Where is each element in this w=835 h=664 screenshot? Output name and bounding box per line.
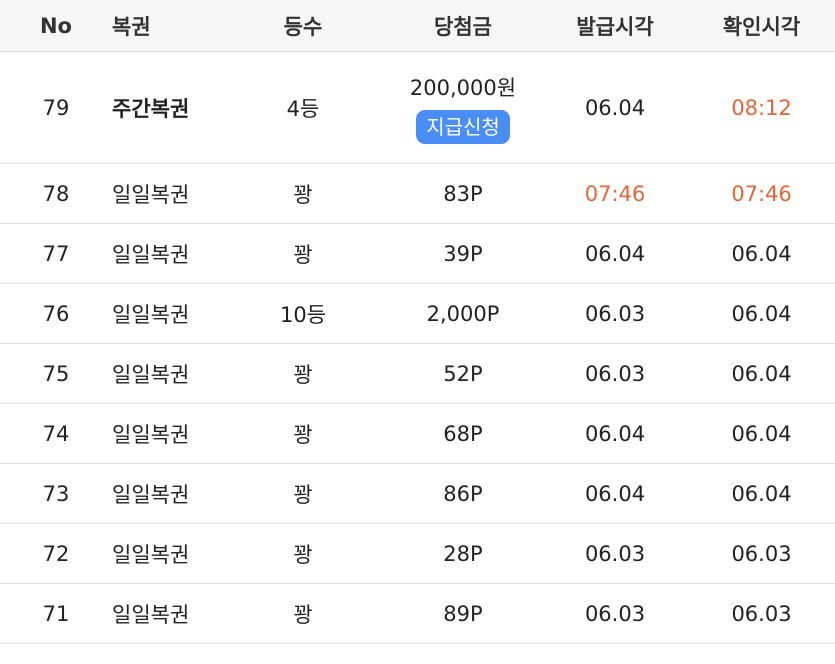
row-checked-time: 06.04 bbox=[731, 241, 792, 266]
header-checked-time: 확인시각 bbox=[722, 14, 801, 39]
row-type: 주간복권 bbox=[112, 96, 190, 121]
row-prize: 39P bbox=[443, 241, 483, 266]
header-prize: 당첨금 bbox=[434, 14, 492, 39]
row-rank: 꽝 bbox=[293, 542, 313, 567]
row-prize: 68P bbox=[443, 421, 483, 446]
row-no: 78 bbox=[42, 181, 70, 206]
table-row: 79 주간복권 4등 200,000원 지급신청 06.04 08:12 bbox=[0, 52, 835, 164]
row-prize: 52P bbox=[443, 361, 483, 386]
row-rank: 꽝 bbox=[293, 422, 313, 447]
row-issued-time: 06.04 bbox=[584, 421, 646, 446]
row-checked-time: 06.04 bbox=[731, 361, 792, 386]
row-no: 77 bbox=[42, 241, 70, 266]
table-row: 76 일일복권 10등 2,000P 06.03 06.04 bbox=[0, 284, 835, 344]
table-row: 78 일일복권 꽝 83P 07:46 07:46 bbox=[0, 164, 835, 224]
row-no: 71 bbox=[42, 601, 70, 626]
row-issued-time: 06.03 bbox=[584, 361, 646, 386]
table-row: 77 일일복권 꽝 39P 06.04 06.04 bbox=[0, 224, 835, 284]
table-row: 71 일일복권 꽝 89P 06.03 06.03 bbox=[0, 584, 835, 644]
row-prize: 83P bbox=[443, 181, 483, 206]
header-rank: 등수 bbox=[283, 14, 323, 39]
row-checked-time: 07:46 bbox=[731, 181, 792, 206]
row-checked-time: 08:12 bbox=[731, 95, 792, 120]
row-prize: 28P bbox=[443, 541, 483, 566]
row-no: 75 bbox=[42, 361, 70, 386]
row-rank: 꽝 bbox=[293, 362, 313, 387]
row-issued-time: 06.03 bbox=[584, 541, 646, 566]
table-header: No 복권 등수 당첨금 발급시각 확인시각 bbox=[0, 0, 835, 52]
row-type: 일일복권 bbox=[112, 482, 190, 507]
row-rank: 꽝 bbox=[293, 602, 313, 627]
row-checked-time: 06.04 bbox=[731, 481, 792, 506]
table-row: 72 일일복권 꽝 28P 06.03 06.03 bbox=[0, 524, 835, 584]
row-type: 일일복권 bbox=[112, 362, 190, 387]
lottery-history-table: No 복권 등수 당첨금 발급시각 확인시각 79 주간복권 4등 200,00… bbox=[0, 0, 835, 644]
row-type: 일일복권 bbox=[112, 602, 190, 627]
row-checked-time: 06.04 bbox=[731, 421, 792, 446]
row-issued-time: 06.04 bbox=[584, 481, 646, 506]
row-checked-time: 06.04 bbox=[731, 301, 792, 326]
row-issued-time: 06.03 bbox=[584, 601, 646, 626]
header-issued-time: 발급시각 bbox=[576, 14, 654, 39]
row-issued-time: 07:46 bbox=[584, 181, 646, 206]
row-checked-time: 06.03 bbox=[731, 541, 792, 566]
row-rank: 꽝 bbox=[293, 482, 313, 507]
row-type: 일일복권 bbox=[112, 182, 190, 207]
header-type: 복권 bbox=[112, 14, 151, 39]
row-type: 일일복권 bbox=[112, 302, 190, 327]
header-no: No bbox=[39, 13, 72, 38]
row-rank: 10등 bbox=[279, 302, 327, 327]
row-type: 일일복권 bbox=[112, 242, 190, 267]
table-row: 73 일일복권 꽝 86P 06.04 06.04 bbox=[0, 464, 835, 524]
row-rank: 꽝 bbox=[293, 242, 313, 267]
row-issued-time: 06.04 bbox=[584, 241, 646, 266]
table-row: 74 일일복권 꽝 68P 06.04 06.04 bbox=[0, 404, 835, 464]
row-prize: 2,000P bbox=[426, 301, 500, 326]
row-no: 74 bbox=[42, 421, 70, 446]
row-no: 76 bbox=[42, 301, 70, 326]
row-type: 일일복권 bbox=[112, 542, 190, 567]
row-no: 73 bbox=[42, 481, 70, 506]
row-type: 일일복권 bbox=[112, 422, 190, 447]
row-issued-time: 06.04 bbox=[584, 95, 646, 120]
row-prize: 89P bbox=[443, 601, 483, 626]
row-rank: 꽝 bbox=[293, 182, 313, 207]
row-rank: 4등 bbox=[286, 96, 320, 121]
row-checked-time: 06.03 bbox=[731, 601, 792, 626]
row-issued-time: 06.03 bbox=[584, 301, 646, 326]
row-no: 72 bbox=[42, 541, 70, 566]
claim-payout-button[interactable]: 지급신청 bbox=[416, 109, 510, 144]
table-row: 75 일일복권 꽝 52P 06.03 06.04 bbox=[0, 344, 835, 404]
row-prize: 200,000원 bbox=[409, 75, 517, 100]
row-no: 79 bbox=[42, 95, 70, 120]
row-prize: 86P bbox=[443, 481, 483, 506]
row-prize-cell: 200,000원 지급신청 bbox=[384, 72, 542, 144]
